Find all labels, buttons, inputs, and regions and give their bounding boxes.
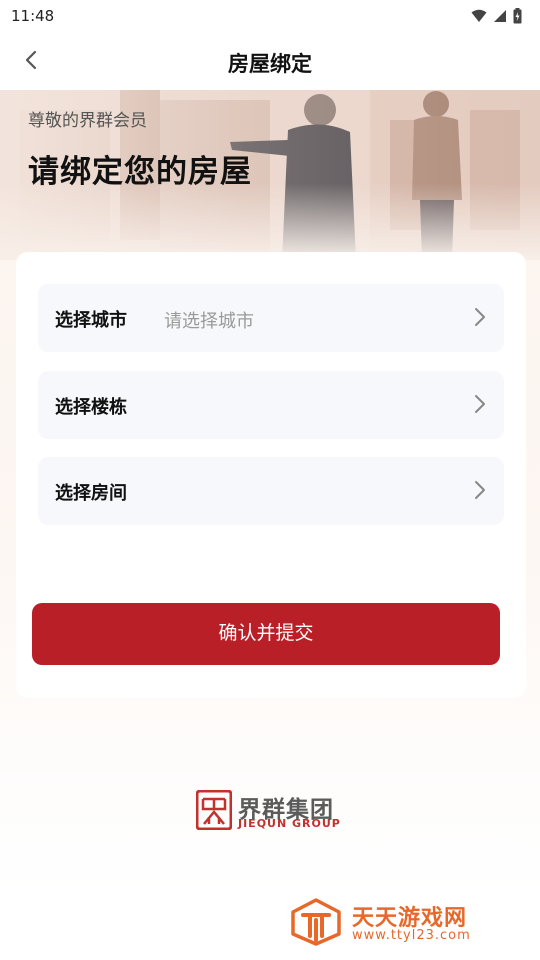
- navigation-bar: 房屋绑定: [0, 32, 540, 90]
- chevron-right-icon: [475, 481, 485, 499]
- select-city-placeholder: 请选择城市: [164, 311, 254, 332]
- binding-form-card: 选择城市 请选择城市 选择楼栋 选择房间 确认并提交: [16, 252, 526, 698]
- status-time: 11:48: [11, 7, 55, 25]
- select-room-label: 选择房间: [55, 483, 127, 504]
- brand-footer: 界群集团 JIEQUN GROUP: [196, 790, 356, 834]
- chevron-right-icon: [475, 395, 485, 413]
- signal-icon: [494, 10, 506, 22]
- select-room-row[interactable]: 选择房间: [38, 457, 504, 525]
- watermark-logo-icon: [291, 898, 341, 946]
- hero-banner: 尊敬的界群会员 请绑定您的房屋: [0, 90, 540, 260]
- select-city-label: 选择城市: [55, 310, 127, 331]
- site-watermark: 天天游戏网 www.ttyl23.com: [290, 898, 510, 948]
- battery-icon: [513, 8, 522, 24]
- submit-button[interactable]: 确认并提交: [32, 603, 500, 665]
- jiequn-logo-icon: [196, 790, 232, 830]
- hero-title: 请绑定您的房屋: [28, 154, 252, 190]
- select-building-row[interactable]: 选择楼栋: [38, 371, 504, 439]
- greeting-text: 尊敬的界群会员: [28, 111, 147, 131]
- chevron-right-icon: [475, 308, 485, 326]
- watermark-url: www.ttyl23.com: [352, 928, 471, 943]
- wifi-icon: [471, 9, 487, 22]
- status-bar: 11:48: [0, 0, 540, 32]
- page-title: 房屋绑定: [228, 52, 312, 76]
- brand-name-en: JIEQUN GROUP: [238, 817, 341, 830]
- select-building-label: 选择楼栋: [55, 397, 127, 418]
- select-city-row[interactable]: 选择城市 请选择城市: [38, 284, 504, 352]
- status-icons: [471, 8, 522, 24]
